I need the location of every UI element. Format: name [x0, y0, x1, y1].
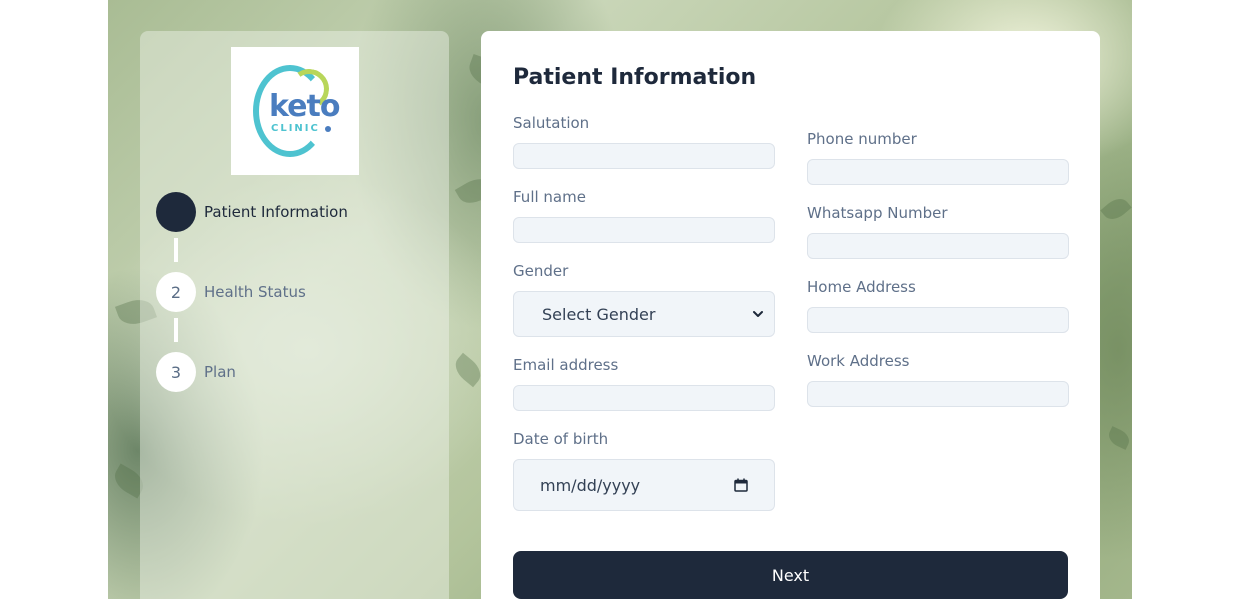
work-address-label: Work Address [807, 352, 910, 370]
step-patient-information[interactable]: Patient Information [156, 192, 348, 232]
logo-subtitle: CLINIC [271, 123, 320, 134]
dob-label: Date of birth [513, 430, 609, 448]
patient-form-card: Patient Information Salutation Full name… [481, 31, 1100, 599]
gender-selected-value: Select Gender [542, 304, 656, 324]
full-name-input[interactable] [513, 217, 775, 243]
dob-placeholder: mm/dd/yyyy [540, 475, 641, 495]
leaf-decoration [1105, 426, 1132, 450]
whatsapp-label: Whatsapp Number [807, 204, 948, 222]
work-address-input[interactable] [807, 381, 1069, 407]
step-indicator: 2 [156, 272, 196, 312]
step-connector [174, 238, 178, 262]
email-input[interactable] [513, 385, 775, 411]
phone-input[interactable] [807, 159, 1069, 185]
clinic-logo: keto CLINIC [231, 47, 359, 175]
step-indicator-active [156, 192, 196, 232]
step-label: Plan [204, 363, 236, 381]
email-label: Email address [513, 356, 619, 374]
leaf-decoration [1100, 193, 1132, 225]
salutation-input[interactable] [513, 143, 775, 169]
salutation-label: Salutation [513, 114, 590, 132]
home-address-label: Home Address [807, 278, 916, 296]
full-name-label: Full name [513, 188, 586, 206]
step-label: Health Status [204, 283, 306, 301]
dob-input[interactable]: mm/dd/yyyy [513, 459, 775, 511]
step-plan[interactable]: 3 Plan [156, 352, 236, 392]
chevron-down-icon [753, 311, 763, 317]
whatsapp-input[interactable] [807, 233, 1069, 259]
step-indicator: 3 [156, 352, 196, 392]
phone-label: Phone number [807, 130, 917, 148]
gender-label: Gender [513, 262, 569, 280]
calendar-icon[interactable] [734, 478, 748, 492]
background-image: keto CLINIC Patient Information 2 Health… [108, 0, 1132, 599]
home-address-input[interactable] [807, 307, 1069, 333]
logo-wordmark: keto [269, 89, 340, 124]
stepper-panel: keto CLINIC Patient Information 2 Health… [140, 31, 449, 599]
step-health-status[interactable]: 2 Health Status [156, 272, 306, 312]
step-label: Patient Information [204, 203, 348, 221]
logo-dot [325, 126, 331, 132]
page-title: Patient Information [513, 65, 757, 90]
next-button[interactable]: Next [513, 551, 1068, 599]
gender-select[interactable]: Select Gender [513, 291, 775, 337]
step-connector [174, 318, 178, 342]
